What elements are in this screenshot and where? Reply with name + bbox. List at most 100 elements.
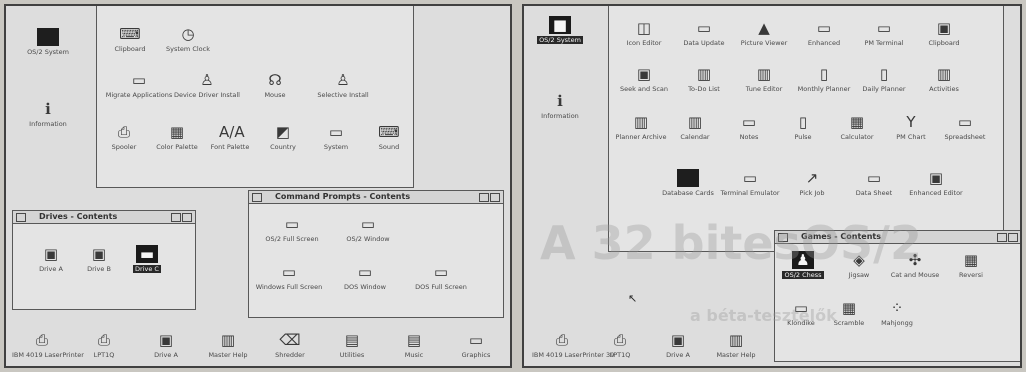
database-cards-icon: ■ [677, 169, 699, 187]
games-titlebar[interactable]: Games - Contents [775, 231, 1020, 244]
mahjongg-icon: ⁘ [890, 299, 904, 317]
selective-install-object[interactable]: ♙ Selective Install [309, 71, 377, 99]
graphics-object[interactable]: ▭ Graphics [446, 331, 506, 359]
calculator-icon: ▦ [849, 113, 865, 131]
icon-label: Clipboard [114, 45, 146, 53]
system-menu-icon[interactable] [778, 233, 788, 242]
information-object[interactable]: ℹ Information [16, 100, 80, 128]
klondike-object[interactable]: ▭ Klondike [775, 299, 827, 327]
clipboard-object[interactable]: ▣ Clipboard [913, 19, 975, 47]
information-object[interactable]: ℹ Information [528, 92, 592, 120]
monthly-planner-object[interactable]: ▯ Monthly Planner [793, 65, 855, 93]
icon-label: OS/2 Window [346, 235, 390, 243]
pulse-object[interactable]: ▯ Pulse [775, 113, 831, 141]
maximize-icon[interactable] [182, 213, 192, 222]
data-sheet-object[interactable]: ▭ Data Sheet [843, 169, 905, 197]
system-object[interactable]: ▭ System [309, 123, 363, 151]
icon-label: PM Chart [896, 133, 926, 141]
ibm-4019-laserprinter-object[interactable]: ⎙ IBM 4019 LaserPrinter [12, 331, 84, 359]
screen-right: ■ OS/2 System ℹ Information ◫ Icon Editor ▭ Da… [522, 4, 1022, 368]
minimize-icon[interactable] [997, 233, 1007, 242]
seek-and-scan-object[interactable]: ▣ Seek and Scan [613, 65, 675, 93]
os-2-window-object[interactable]: ▭ OS/2 Window [333, 215, 403, 243]
spooler-object[interactable]: ⎙ Spooler [97, 123, 151, 151]
terminal-emulator-object[interactable]: ▭ Terminal Emulator [719, 169, 781, 197]
lpt1q-icon: ⎙ [97, 331, 110, 349]
lpt1q-object[interactable]: ⎙ LPT1Q [590, 331, 650, 359]
icon-label: Enhanced Editor [909, 189, 963, 197]
scramble-object[interactable]: ▦ Scramble [823, 299, 875, 327]
mahjongg-object[interactable]: ⁘ Mahjongg [871, 299, 923, 327]
drive-a-icon: ▣ [158, 331, 174, 349]
os-2-full-screen-object[interactable]: ▭ OS/2 Full Screen [257, 215, 327, 243]
tune-editor-object[interactable]: ▥ Tune Editor [733, 65, 795, 93]
database-cards-object[interactable]: ■ Database Cards [657, 169, 719, 197]
maximize-icon[interactable] [490, 193, 500, 202]
enhanced-object[interactable]: ▭ Enhanced [793, 19, 855, 47]
pick-job-object[interactable]: ↗ Pick Job [781, 169, 843, 197]
notes-object[interactable]: ▭ Notes [721, 113, 777, 141]
planner-archive-object[interactable]: ▥ Planner Archive [613, 113, 669, 141]
pick-job-icon: ↗ [805, 169, 819, 187]
cat-and-mouse-object[interactable]: ✣ Cat and Mouse [887, 251, 943, 279]
system-menu-icon[interactable] [16, 213, 26, 222]
music-object[interactable]: ▤ Music [384, 331, 444, 359]
to-do-list-object[interactable]: ▥ To-Do List [673, 65, 735, 93]
icon-label: Mouse [264, 91, 286, 99]
reversi-object[interactable]: ▦ Reversi [943, 251, 999, 279]
icon-label: Sound [378, 143, 400, 151]
device-driver-install-object[interactable]: ♙ Device Driver Install [173, 71, 241, 99]
maximize-icon[interactable] [1008, 233, 1018, 242]
master-help-object[interactable]: ▥ Master Help [198, 331, 258, 359]
os-2-chess-object[interactable]: ♟ OS/2 Chess [775, 251, 831, 279]
minimize-icon[interactable] [171, 213, 181, 222]
migrate-applications-object[interactable]: ▭ Migrate Applications [105, 71, 173, 99]
pm-terminal-object[interactable]: ▭ PM Terminal [853, 19, 915, 47]
os-2-system-object[interactable]: ■ OS/2 System [16, 28, 80, 56]
dos-full-screen-object[interactable]: ▭ DOS Full Screen [405, 263, 477, 291]
utilities-object[interactable]: ▤ Utilities [322, 331, 382, 359]
icon-editor-object[interactable]: ◫ Icon Editor [613, 19, 675, 47]
shredder-object[interactable]: ⌫ Shredder [260, 331, 320, 359]
jigsaw-object[interactable]: ◈ Jigsaw [831, 251, 887, 279]
spreadsheet-object[interactable]: ▭ Spreadsheet [937, 113, 993, 141]
font-palette-object[interactable]: A/A Font Palette [203, 123, 257, 151]
system-clock-object[interactable]: ◷ System Clock [159, 25, 217, 53]
icon-label: Database Cards [662, 189, 714, 197]
clipboard-object[interactable]: ⌨ Clipboard [101, 25, 159, 53]
calendar-icon: ▥ [687, 113, 703, 131]
drive-a-object[interactable]: ▣ Drive A [136, 331, 196, 359]
command-prompts-titlebar[interactable]: Command Prompts - Contents [249, 191, 503, 204]
system-menu-icon[interactable] [252, 193, 262, 202]
daily-planner-object[interactable]: ▯ Daily Planner [853, 65, 915, 93]
calendar-object[interactable]: ▥ Calendar [667, 113, 723, 141]
drives-titlebar[interactable]: Drives - Contents [13, 211, 195, 224]
icon-label: Shredder [275, 351, 305, 359]
drive-b-object[interactable]: ▣ Drive B [75, 245, 123, 273]
drive-c-object[interactable]: ▬ Drive C [123, 245, 171, 273]
drive-a-object[interactable]: ▣ Drive A [648, 331, 708, 359]
picture-viewer-object[interactable]: ▲ Picture Viewer [733, 19, 795, 47]
calculator-object[interactable]: ▦ Calculator [829, 113, 885, 141]
windows-full-screen-object[interactable]: ▭ Windows Full Screen [253, 263, 325, 291]
activities-object[interactable]: ▥ Activities [913, 65, 975, 93]
windows-full-screen-icon: ▭ [281, 263, 297, 281]
drive-a-object[interactable]: ▣ Drive A [27, 245, 75, 273]
os-2-system-object[interactable]: ■ OS/2 System [528, 16, 592, 44]
data-update-object[interactable]: ▭ Data Update [673, 19, 735, 47]
enhanced-editor-object[interactable]: ▣ Enhanced Editor [905, 169, 967, 197]
mouse-pointer-icon: ↖ [628, 292, 638, 305]
pm-chart-object[interactable]: Y PM Chart [883, 113, 939, 141]
minimize-icon[interactable] [479, 193, 489, 202]
dos-window-object[interactable]: ▭ DOS Window [329, 263, 401, 291]
screen-left: ■ OS/2 System ℹ Information ⌨ Clipboard ◷ Syst… [4, 4, 512, 368]
mouse-object[interactable]: ☊ Mouse [241, 71, 309, 99]
icon-label: Font Palette [210, 143, 250, 151]
country-object[interactable]: ◩ Country [256, 123, 310, 151]
ibm-4019-laserprinter-39-object[interactable]: ⎙ IBM 4019 LaserPrinter 39 [532, 331, 614, 359]
icon-label: Drive B [87, 265, 111, 273]
color-palette-object[interactable]: ▦ Color Palette [150, 123, 204, 151]
master-help-object[interactable]: ▥ Master Help [706, 331, 766, 359]
lpt1q-object[interactable]: ⎙ LPT1Q [74, 331, 134, 359]
sound-object[interactable]: ⌨ Sound [362, 123, 416, 151]
